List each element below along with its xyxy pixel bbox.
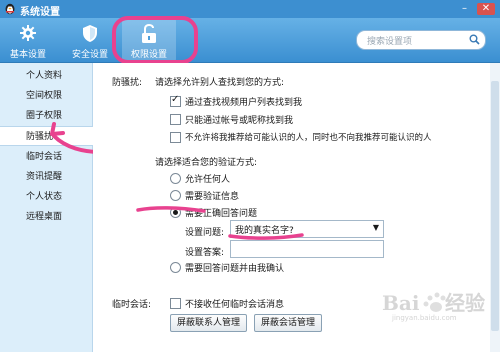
verify-option-radio[interactable] bbox=[170, 190, 181, 201]
find-prompt: 请选择允许别人查找到您的方式: bbox=[155, 78, 285, 88]
scrollbar-thumb[interactable] bbox=[491, 81, 499, 331]
close-icon: ✕ bbox=[481, 3, 491, 14]
sidebar-item-news-reminder[interactable]: 资讯提醒 bbox=[0, 167, 92, 187]
verify-option-radio[interactable] bbox=[170, 173, 181, 184]
section-label: 防骚扰: bbox=[112, 78, 143, 88]
dropdown-arrow-icon: ▼ bbox=[372, 223, 379, 232]
baidu-jingyan-watermark-logo: Bai 经验 jingyan.baidu.com bbox=[382, 291, 485, 322]
verify-prompt: 请选择适合您的验证方式: bbox=[155, 158, 258, 168]
pink-annotation-circle bbox=[112, 16, 198, 64]
block-sessions-button[interactable]: 屏蔽会话管理 bbox=[254, 314, 323, 332]
tab-label: 基本设置 bbox=[9, 50, 46, 60]
toolbar: 基本设置 安全设置 权限设置 搜索设置项 bbox=[0, 18, 500, 63]
find-option-checkbox[interactable] bbox=[170, 114, 181, 125]
minimize-icon: – bbox=[462, 3, 467, 14]
verify-option-radio[interactable] bbox=[170, 262, 181, 273]
pink-annotation-underline bbox=[228, 233, 304, 240]
answer-input[interactable] bbox=[230, 240, 384, 258]
verify-option-label: 需要验证信息 bbox=[185, 192, 240, 202]
svg-text:经验: 经验 bbox=[445, 291, 485, 315]
question-label: 设置问题: bbox=[185, 228, 225, 238]
sidebar-item-remote-desktop[interactable]: 远程桌面 bbox=[0, 207, 92, 227]
sidebar-item-label: 个人资料 bbox=[26, 71, 63, 81]
qq-penguin-icon bbox=[5, 3, 15, 15]
minimize-button[interactable]: – bbox=[458, 3, 471, 15]
pink-annotation-underline bbox=[136, 206, 206, 213]
settings-window: 系统设置 – ✕ 基本设置 安全设置 权限设置 搜索设置项 个人资料 空间权限 … bbox=[0, 0, 500, 352]
sidebar-item-label: 远程桌面 bbox=[26, 212, 63, 222]
temp-session-label: 临时会话: bbox=[112, 300, 152, 310]
sidebar: 个人资料 空间权限 圈子权限 防骚扰 临时会话 资讯提醒 个人状态 远程桌面 bbox=[0, 63, 93, 352]
search-icon[interactable] bbox=[469, 34, 480, 45]
sidebar-item-personal-status[interactable]: 个人状态 bbox=[0, 187, 92, 207]
find-option-label: 只能通过帐号或昵称找到我 bbox=[185, 116, 294, 126]
tab-security-settings[interactable]: 安全设置 bbox=[68, 18, 112, 62]
gear-icon bbox=[20, 25, 36, 41]
sidebar-item-label: 资讯提醒 bbox=[26, 172, 63, 182]
tab-label: 安全设置 bbox=[71, 50, 108, 60]
temp-session-checkbox[interactable] bbox=[170, 298, 181, 309]
block-contacts-button[interactable]: 屏蔽联系人管理 bbox=[170, 314, 248, 332]
verify-option-label: 允许任何人 bbox=[185, 175, 231, 185]
sidebar-item-space-permission[interactable]: 空间权限 bbox=[0, 86, 92, 106]
find-option-label: 通过查找视频用户列表找到我 bbox=[185, 98, 303, 108]
sidebar-item-label: 个人状态 bbox=[26, 192, 63, 202]
search-box[interactable]: 搜索设置项 bbox=[356, 30, 486, 50]
verify-option-label: 需要回答问题并由我确认 bbox=[185, 264, 285, 274]
window-title: 系统设置 bbox=[20, 7, 60, 18]
sidebar-item-label: 圈子权限 bbox=[26, 111, 63, 121]
sidebar-item-profile[interactable]: 个人资料 bbox=[0, 66, 92, 86]
temp-session-option-label: 不接收任何临时会话消息 bbox=[185, 300, 285, 310]
sidebar-item-label: 空间权限 bbox=[26, 91, 63, 101]
tab-basic-settings[interactable]: 基本设置 bbox=[6, 18, 50, 62]
svg-text:Bai: Bai bbox=[382, 291, 420, 315]
title-bar: 系统设置 – ✕ bbox=[0, 0, 500, 18]
find-option-label: 不允许将我推荐给可能认识的人，同时也不向我推荐可能认识的人 bbox=[185, 133, 432, 143]
close-button[interactable]: ✕ bbox=[477, 3, 495, 15]
svg-text:jingyan.baidu.com: jingyan.baidu.com bbox=[391, 314, 457, 322]
find-option-checkbox[interactable] bbox=[170, 94, 181, 107]
shield-icon bbox=[83, 25, 97, 42]
find-option-checkbox[interactable] bbox=[170, 132, 181, 143]
answer-label: 设置答案: bbox=[185, 248, 225, 258]
search-placeholder: 搜索设置项 bbox=[367, 37, 413, 47]
